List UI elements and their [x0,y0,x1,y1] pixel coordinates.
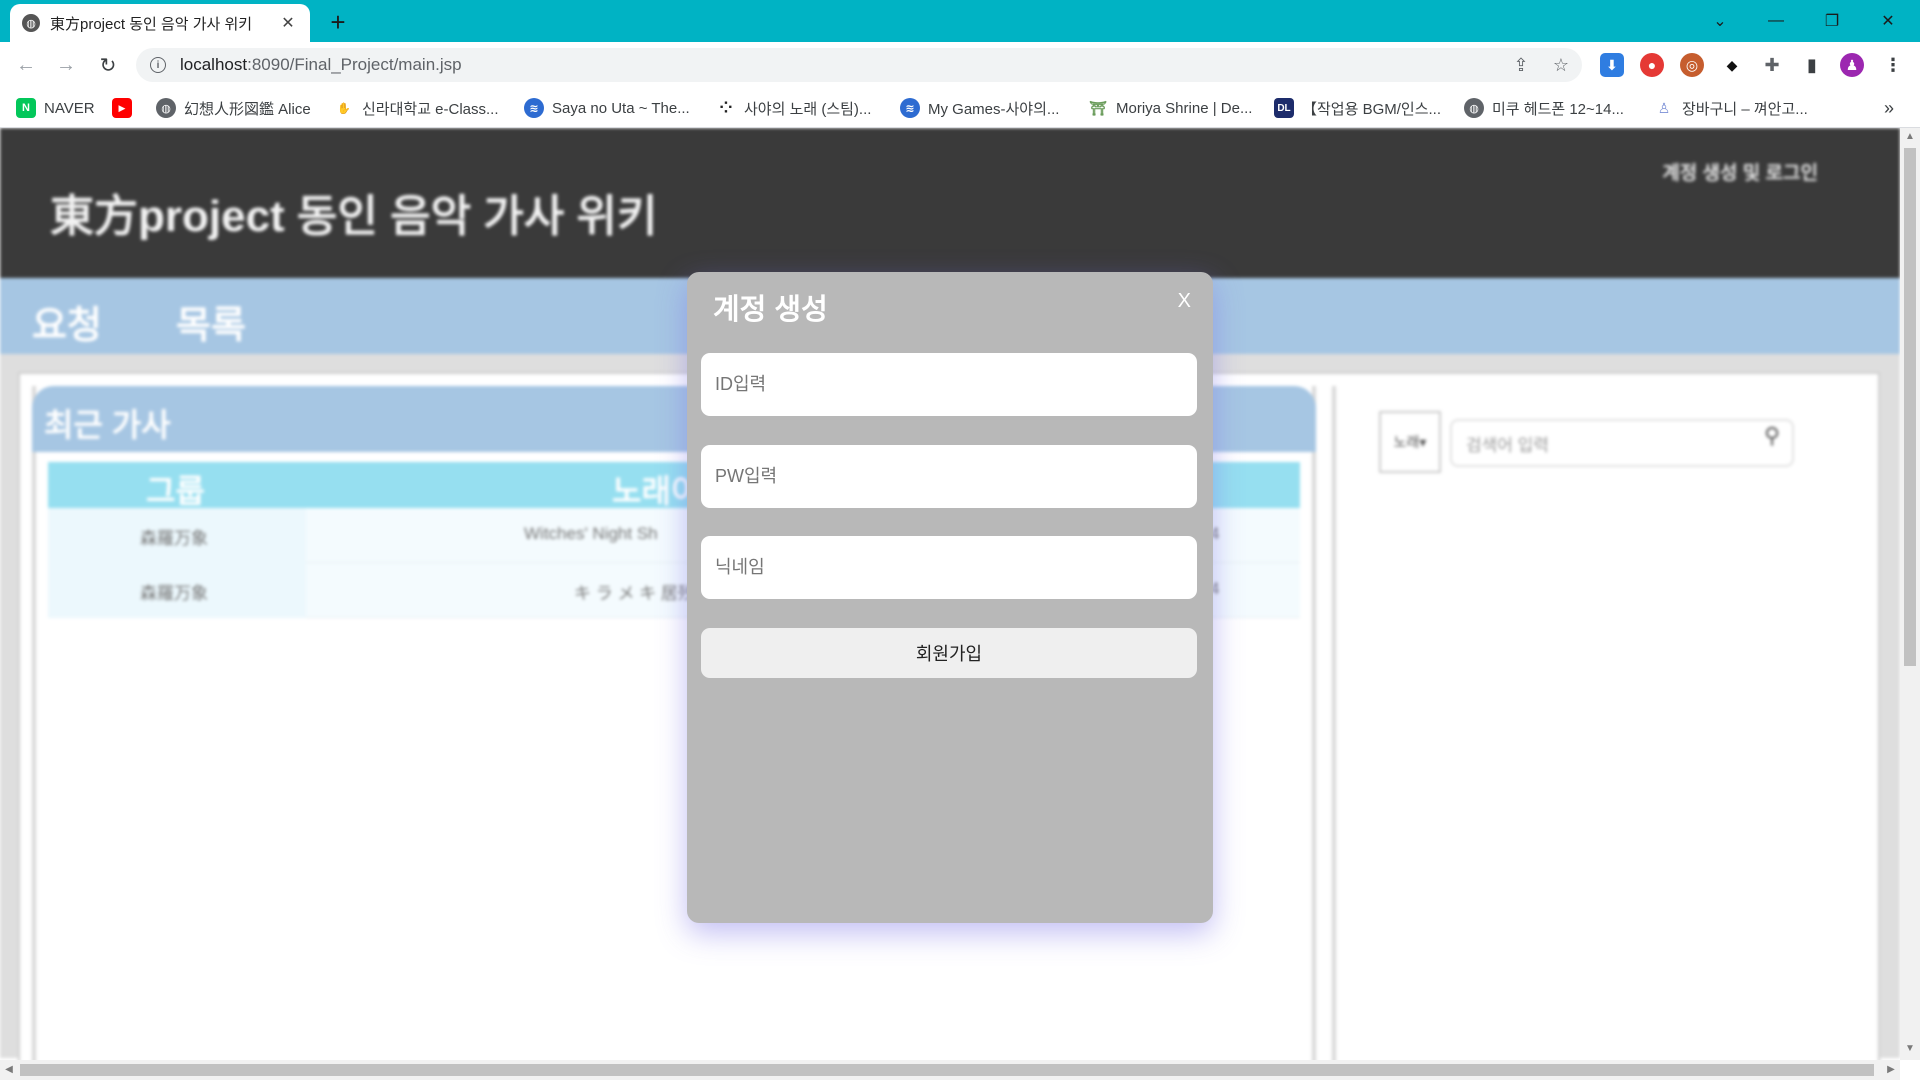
bookmark-label: 미쿠 헤드폰 12~14... [1492,100,1624,118]
dl-icon: DL [1274,98,1294,118]
youtube-icon: ▶ [112,98,132,118]
minimize-button[interactable]: — [1754,0,1798,42]
reload-icon[interactable]: ↻ [94,51,122,79]
window-close-button[interactable]: ✕ [1866,0,1910,42]
browser-tab[interactable]: ◍ 東方project 동인 음악 가사 위키 ✕ [10,4,310,42]
login-link[interactable]: 계정 생성 및 로그인 [1662,158,1818,185]
bookmark-mygames[interactable]: ≋ My Games-사야의... [900,96,1059,120]
hand-icon: ✋ [334,98,354,118]
search-icon[interactable]: ⚲ [1764,423,1780,449]
url-host: localhost [180,55,248,74]
song-title[interactable]: Witches' Night Sh [524,524,658,544]
bookmark-star-icon[interactable]: ☆ [1548,52,1574,78]
group-name[interactable]: 森羅万象 [140,579,208,604]
dark-extension-icon[interactable]: ◆ [1720,53,1744,77]
scroll-left-icon[interactable]: ◀ [0,1060,18,1080]
bookmark-label: 신라대학교 e-Class... [362,100,499,118]
signup-button[interactable]: 회원가입 [701,628,1197,678]
bookmark-label: 장바구니 – 껴안고... [1682,100,1808,118]
download-extension-icon[interactable]: ⬇ [1600,53,1624,77]
url-path: :8090/Final_Project/main.jsp [247,55,462,74]
new-tab-button[interactable]: + [324,8,352,36]
menu-kebab-icon[interactable]: ⋮ [1880,52,1906,78]
bookmark-youtube[interactable]: ▶ [112,96,140,120]
browser-titlebar: ◍ 東方project 동인 음악 가사 위키 ✕ + ⌄ — ❐ ✕ [0,0,1920,42]
tab-search-button[interactable]: ⌄ [1698,0,1742,42]
scroll-up-icon[interactable]: ▲ [1900,128,1920,146]
globe-icon: ◍ [156,98,176,118]
modal-title: 계정 생성 [713,294,828,326]
bookmark-eclass[interactable]: ✋ 신라대학교 e-Class... [334,96,499,120]
site-icon: ≋ [900,98,920,118]
group-name[interactable]: 森羅万象 [140,524,208,549]
side-panel-icon[interactable]: ▮ [1800,53,1824,77]
bookmark-label: 【작업용 BGM/인스... [1302,100,1442,118]
dots-icon: ⁘ [716,98,736,118]
search-input[interactable]: 검색어 입력 [1450,419,1794,467]
bookmark-label: 幻想人形図鑑 Alice [184,100,311,118]
figure-icon: ♙ [1654,98,1674,118]
nav-item-request[interactable]: 요청 [32,294,102,349]
page-viewport: 東方project 동인 음악 가사 위키 계정 생성 및 로그인 요청 목록 … [0,128,1920,1080]
bookmark-naver[interactable]: N NAVER [16,96,95,120]
bookmark-label: Moriya Shrine | De... [1116,99,1253,117]
search-category-select[interactable]: 노래 ▾ [1379,411,1441,473]
vertical-scrollbar[interactable]: ▲ ▼ [1900,128,1920,1060]
recent-lyrics-title: 최근 가사 [44,407,171,443]
bookmarks-more-button[interactable]: » [1884,96,1894,120]
site-title[interactable]: 東方project 동인 음악 가사 위키 [50,180,657,244]
color-extension-icon[interactable]: ◎ [1680,53,1704,77]
globe-icon: ◍ [1464,98,1484,118]
naver-icon: N [16,98,36,118]
bookmark-label: Saya no Uta ~ The... [552,99,690,117]
nav-item-list[interactable]: 목록 [176,294,246,349]
id-input[interactable] [701,353,1197,416]
globe-icon: ◍ [22,14,40,32]
signup-modal: 계정 생성 X 회원가입 [687,272,1213,923]
restore-button[interactable]: ❐ [1810,0,1854,42]
tab-title: 東方project 동인 음악 가사 위키 [50,15,253,33]
browser-toolbar: ← → ↻ i localhost:8090/Final_Project/mai… [0,42,1920,88]
bookmark-miku[interactable]: ◍ 미쿠 헤드폰 12~14... [1464,96,1624,120]
song-title[interactable]: キ ラ メ キ 居残 [574,579,695,604]
site-icon: ≋ [524,98,544,118]
scroll-down-icon[interactable]: ▼ [1900,1040,1920,1058]
bookmark-saya[interactable]: ≋ Saya no Uta ~ The... [524,96,690,120]
site-info-icon[interactable]: i [150,57,166,73]
profile-avatar[interactable]: ♟ [1840,53,1864,77]
bookmarks-bar: N NAVER ▶ ◍ 幻想人形図鑑 Alice ✋ 신라대학교 e-Class… [0,88,1920,128]
bookmark-label: My Games-사야의... [928,100,1060,118]
forward-arrow-icon[interactable]: → [52,51,80,79]
search-panel [1332,386,1862,1066]
scroll-right-icon[interactable]: ▶ [1882,1060,1900,1080]
chevron-down-icon: ▾ [1419,433,1427,450]
extensions-puzzle-icon[interactable]: ✚ [1760,53,1784,77]
shrine-icon: ⛩ [1088,98,1108,118]
tab-close-icon[interactable]: ✕ [278,13,298,33]
back-arrow-icon[interactable]: ← [12,51,40,79]
address-bar[interactable]: i localhost:8090/Final_Project/main.jsp [136,48,1582,82]
bookmark-moriya[interactable]: ⛩ Moriya Shrine | De... [1088,96,1252,120]
vertical-scroll-thumb[interactable] [1904,148,1916,666]
select-value: 노래 [1393,434,1420,450]
share-icon[interactable]: ⇪ [1508,52,1534,78]
horizontal-scroll-thumb[interactable] [20,1064,1874,1076]
bookmark-cart[interactable]: ♙ 장바구니 – 껴안고... [1654,96,1808,120]
bookmark-label: 사야의 노래 (스팀)... [744,100,872,118]
horizontal-scrollbar[interactable]: ◀ ▶ [0,1060,1900,1080]
bookmark-steam[interactable]: ⁘ 사야의 노래 (스팀)... [716,96,871,120]
modal-close-button[interactable]: X [1178,290,1191,313]
bookmark-label: NAVER [44,99,95,117]
adblock-extension-icon[interactable]: ● [1640,53,1664,77]
bookmark-bgm[interactable]: DL 【작업용 BGM/인스... [1274,96,1441,120]
column-header-group: 그룹 [146,473,205,509]
password-input[interactable] [701,445,1197,508]
nickname-input[interactable] [701,536,1197,599]
bookmark-alice[interactable]: ◍ 幻想人形図鑑 Alice [156,96,311,120]
